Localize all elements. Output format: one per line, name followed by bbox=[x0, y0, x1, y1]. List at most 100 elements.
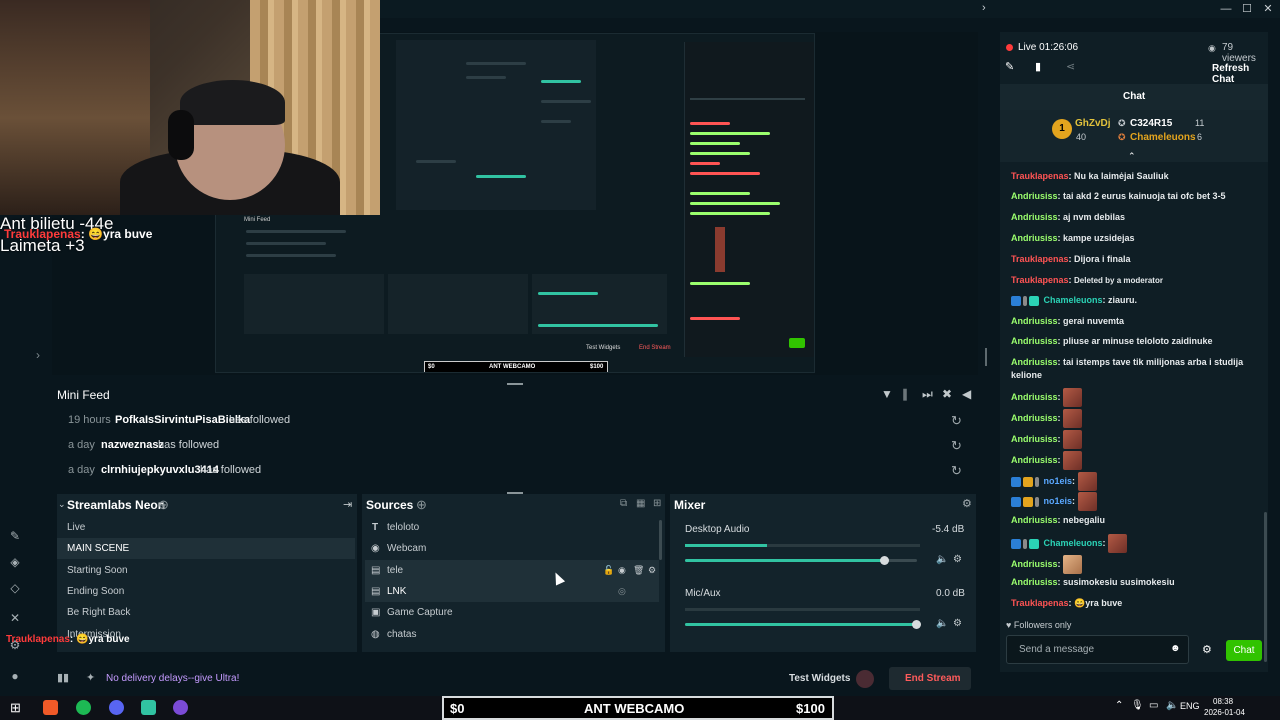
folder-icon[interactable]: ⧉ bbox=[620, 498, 627, 509]
channel-settings-icon[interactable]: ⚙ bbox=[953, 618, 962, 629]
popout-icon[interactable]: ▮ bbox=[1035, 60, 1041, 73]
minimize-button[interactable]: — bbox=[1215, 0, 1237, 18]
collapse-leaderboard-icon[interactable]: ⌃ bbox=[1128, 151, 1136, 162]
source-item[interactable]: ▤ tele 🔓 ◉ 🗑 ⚙ bbox=[365, 560, 659, 581]
microphone-icon[interactable]: 🎙 bbox=[1131, 700, 1144, 711]
visibility-icon[interactable]: ◉ bbox=[618, 560, 626, 581]
chat-username[interactable]: Andriusiss bbox=[1011, 316, 1058, 326]
channel-settings-icon[interactable]: ⚙ bbox=[953, 554, 962, 565]
streamlabs-icon[interactable] bbox=[141, 700, 156, 715]
chat-username[interactable]: no1eis bbox=[1044, 496, 1073, 506]
volume-icon[interactable]: ◀ bbox=[962, 387, 971, 401]
add-scene-icon[interactable]: ⊕ bbox=[158, 497, 169, 513]
skip-icon[interactable]: ⏭ bbox=[922, 387, 933, 402]
windows-start-icon[interactable]: ⊞ bbox=[10, 700, 21, 716]
volume-icon[interactable]: 🔈 bbox=[936, 554, 948, 565]
maximize-button[interactable]: ☐ bbox=[1236, 0, 1258, 18]
chat-username[interactable]: Andriusiss bbox=[1011, 336, 1058, 346]
studio-icon[interactable]: ✎ bbox=[7, 528, 23, 544]
clock-date[interactable]: 2026-01-04 bbox=[1204, 708, 1245, 717]
chat-username[interactable]: Trauklapenas bbox=[1011, 254, 1069, 264]
chat-input[interactable]: Send a message ☻ bbox=[1006, 635, 1189, 664]
chat-username[interactable]: Andriusiss bbox=[1011, 392, 1058, 402]
discord-icon[interactable] bbox=[109, 700, 124, 715]
test-widgets-button[interactable]: Test Widgets bbox=[789, 673, 850, 684]
chat-username[interactable]: Trauklapenas bbox=[1011, 275, 1069, 285]
source-item[interactable]: ◍ chatas bbox=[365, 624, 659, 645]
chat-send-button[interactable]: Chat bbox=[1226, 640, 1262, 661]
chat-username[interactable]: Andriusiss bbox=[1011, 559, 1058, 569]
close-button[interactable]: ✕ bbox=[1257, 0, 1279, 18]
hidden-icon[interactable]: ◎ bbox=[618, 581, 626, 602]
chat-username[interactable]: Andriusiss bbox=[1011, 357, 1058, 367]
network-icon[interactable]: ▭ bbox=[1149, 700, 1158, 711]
tray-chevron-icon[interactable]: ⌃ bbox=[1115, 700, 1123, 711]
tools-icon[interactable]: ✕ bbox=[7, 610, 23, 626]
scene-item-active[interactable]: MAIN SCENE bbox=[57, 538, 355, 559]
filter-icon[interactable]: ▼ bbox=[881, 387, 893, 401]
scene-item[interactable]: Be Right Back bbox=[57, 602, 355, 623]
expand-chevron-icon[interactable]: › bbox=[36, 348, 40, 362]
mute-alerts-icon[interactable]: ✖ bbox=[942, 387, 952, 401]
lock-icon[interactable]: 🔓 bbox=[603, 560, 614, 581]
scene-collection-title[interactable]: Streamlabs Neon bbox=[67, 498, 165, 512]
stats-icon[interactable] bbox=[7, 672, 23, 688]
spotify-icon[interactable] bbox=[76, 700, 91, 715]
chat-username[interactable]: Andriusiss bbox=[1011, 455, 1058, 465]
mixer-settings-icon[interactable]: ⚙ bbox=[962, 497, 972, 510]
source-item[interactable]: ◉ Webcam bbox=[365, 538, 659, 559]
vertical-resize-handle[interactable] bbox=[985, 348, 987, 366]
source-item[interactable]: T teloloto bbox=[365, 517, 659, 538]
chat-username[interactable]: Andriusiss bbox=[1011, 413, 1058, 423]
volume-slider-desktop[interactable] bbox=[685, 556, 917, 565]
ultra-promo-link[interactable]: No delivery delays--give Ultra! bbox=[106, 673, 239, 684]
themes-icon[interactable]: ◈ bbox=[7, 554, 23, 570]
add-source-icon[interactable]: ⊕ bbox=[416, 497, 427, 513]
pause-icon[interactable]: ∥ bbox=[902, 387, 908, 401]
chat-username[interactable]: Chameleuons bbox=[1044, 295, 1103, 305]
source-item[interactable]: ▤ LNK ◎ bbox=[365, 581, 659, 602]
app-icon[interactable] bbox=[173, 700, 188, 715]
end-stream-button[interactable]: End Stream bbox=[889, 667, 971, 690]
source-item[interactable]: ▣ Game Capture bbox=[365, 602, 659, 623]
scene-item[interactable]: Starting Soon bbox=[57, 560, 355, 581]
apps-icon[interactable]: ◇ bbox=[7, 580, 23, 596]
chat-username[interactable]: Andriusiss bbox=[1011, 212, 1058, 222]
repeat-alert-icon[interactable]: ↻ bbox=[951, 433, 962, 458]
repeat-alert-icon[interactable]: ↻ bbox=[951, 408, 962, 433]
chat-username[interactable]: Andriusiss bbox=[1011, 434, 1058, 444]
chat-username[interactable]: Trauklapenas bbox=[1011, 598, 1069, 608]
scene-transition-icon[interactable]: ⇥ bbox=[343, 498, 352, 511]
scene-item[interactable]: Live bbox=[57, 517, 355, 538]
edit-icon[interactable]: ✎ bbox=[1005, 60, 1014, 73]
stats-icon[interactable]: ▮▮ bbox=[57, 671, 69, 684]
chat-username[interactable]: Chameleuons bbox=[1044, 538, 1103, 548]
speaker-icon[interactable]: 🔈 bbox=[1166, 700, 1178, 711]
rec-button[interactable] bbox=[856, 670, 874, 688]
chat-username[interactable]: no1eis bbox=[1044, 476, 1073, 486]
add-folder-icon[interactable]: ⊞ bbox=[653, 498, 661, 509]
chat-username[interactable]: Trauklapenas bbox=[1011, 171, 1069, 181]
volume-icon[interactable]: 🔈 bbox=[936, 618, 948, 629]
chat-settings-icon[interactable]: ⚙ bbox=[1202, 643, 1212, 656]
chat-username[interactable]: Andriusiss bbox=[1011, 515, 1058, 525]
chat-username[interactable]: Andriusiss bbox=[1011, 577, 1058, 587]
chat-username[interactable]: Andriusiss bbox=[1011, 233, 1058, 243]
language-indicator[interactable]: ENG bbox=[1180, 701, 1200, 711]
chat-username[interactable]: Andriusiss bbox=[1011, 191, 1058, 201]
feed-user[interactable]: nazweznasz bbox=[101, 433, 164, 458]
volume-slider-mic[interactable] bbox=[685, 620, 921, 629]
sources-scrollbar[interactable] bbox=[659, 520, 662, 560]
repeat-alert-icon[interactable]: ↻ bbox=[951, 458, 962, 483]
source-settings-icon[interactable]: ⚙ bbox=[648, 560, 656, 581]
share-icon[interactable]: ⋖ bbox=[1066, 60, 1075, 73]
clock-time[interactable]: 08:38 bbox=[1213, 697, 1233, 706]
collapse-icon[interactable]: ⌄ bbox=[58, 499, 66, 510]
emoji-picker-icon[interactable]: ☻ bbox=[1170, 643, 1181, 654]
delete-icon[interactable]: 🗑 bbox=[633, 560, 644, 581]
chat-scrollbar[interactable] bbox=[1264, 512, 1267, 662]
group-icon[interactable]: ▦ bbox=[636, 498, 645, 509]
refresh-chat-button[interactable]: Refresh Chat bbox=[1212, 63, 1268, 85]
collapse-chevron-icon[interactable]: › bbox=[982, 2, 986, 14]
brave-icon[interactable] bbox=[43, 700, 58, 715]
